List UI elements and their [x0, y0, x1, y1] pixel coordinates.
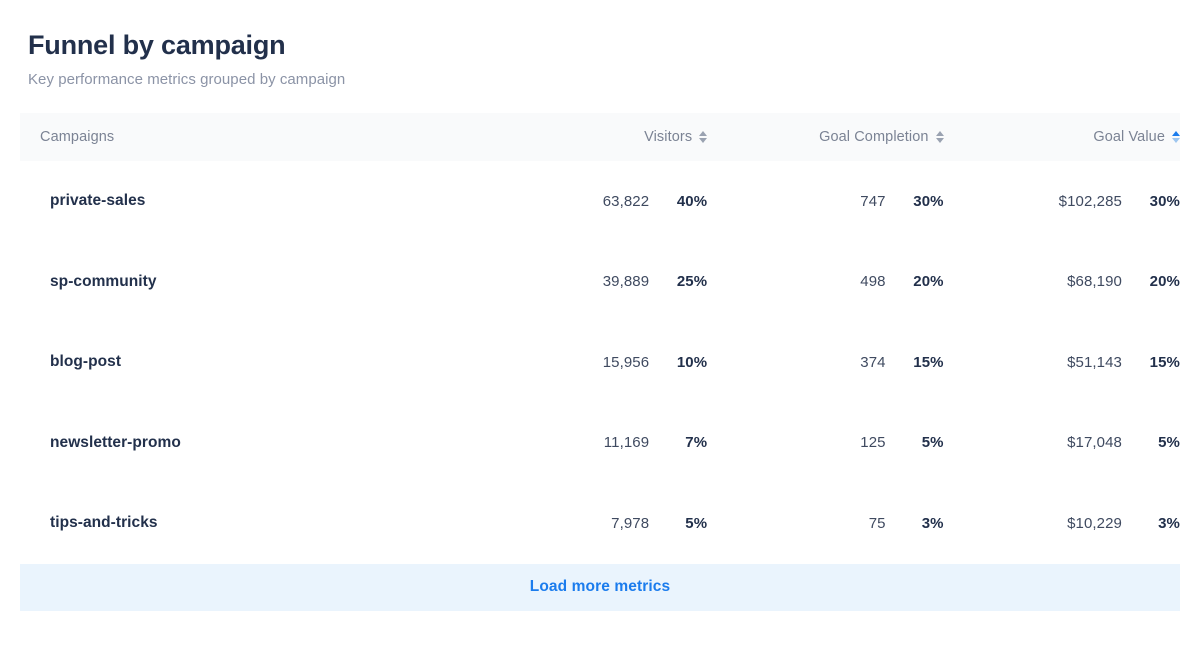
- cell-goal-completion: 498 20%: [707, 242, 943, 323]
- goal-value-value: $51,143: [1067, 353, 1122, 371]
- goal-value-percent: 5%: [1158, 434, 1180, 452]
- goal-value-percent: 3%: [1158, 514, 1180, 532]
- table-row[interactable]: blog-post 15,956 10% 374 15% $51,143 15%: [20, 322, 1180, 403]
- sort-icon-goal-value[interactable]: [1172, 131, 1180, 143]
- sort-descending-icon: [1172, 138, 1180, 143]
- goal-completion-percent: 3%: [921, 514, 944, 532]
- page-title: Funnel by campaign: [28, 30, 286, 60]
- table-row[interactable]: newsletter-promo 11,169 7% 125 5% $17,04…: [20, 402, 1180, 484]
- cell-goal-completion: 747 30%: [707, 161, 943, 242]
- metrics-table: Campaigns Visitors Goal Completion Goal …: [20, 113, 1180, 564]
- cell-visitors: 11,169 7%: [471, 403, 707, 484]
- visitors-value: 63,822: [602, 192, 650, 210]
- visitors-value: 11,169: [603, 434, 650, 452]
- cell-goal-value: $51,143 15%: [944, 322, 1180, 403]
- sort-ascending-icon: [935, 131, 944, 136]
- column-header-campaigns: Campaigns: [20, 113, 471, 161]
- sort-descending-icon: [935, 138, 944, 143]
- goal-completion-percent: 30%: [913, 192, 944, 210]
- table-header-row: Campaigns Visitors Goal Completion Goal …: [20, 113, 1180, 161]
- cell-goal-value: $68,190 20%: [944, 242, 1180, 323]
- goal-completion-value: 75: [868, 514, 886, 532]
- goal-value-value: $68,190: [1067, 273, 1122, 291]
- visitors-value: 39,889: [602, 273, 650, 291]
- goal-completion-percent: 20%: [913, 273, 944, 291]
- visitors-percent: 10%: [676, 353, 708, 371]
- cell-goal-completion: 374 15%: [707, 322, 943, 403]
- cell-goal-value: $17,048 5%: [944, 403, 1180, 484]
- column-header-goal-value[interactable]: Goal Value: [944, 113, 1180, 161]
- visitors-value: 7,978: [611, 514, 650, 532]
- cell-visitors: 63,822 40%: [471, 161, 707, 242]
- cell-campaign-name: blog-post: [50, 353, 122, 371]
- cell-visitors: 15,956 10%: [471, 322, 707, 403]
- cell-goal-completion: 75 3%: [707, 483, 944, 564]
- goal-value-value: $17,048: [1067, 434, 1122, 452]
- cell-campaign-name: sp-community: [50, 272, 157, 290]
- cell-visitors: 39,889 25%: [471, 242, 707, 323]
- visitors-percent: 25%: [676, 273, 708, 291]
- column-header-visitors[interactable]: Visitors: [471, 113, 708, 161]
- visitors-value: 15,956: [602, 353, 650, 371]
- funnel-by-campaign-panel: Funnel by campaign Key performance metri…: [0, 0, 1200, 660]
- cell-campaign-name: newsletter-promo: [50, 433, 181, 451]
- table-row[interactable]: private-sales 63,822 40% 747 30% $102,28…: [20, 161, 1180, 242]
- goal-completion-value: 125: [860, 434, 886, 452]
- table-row[interactable]: tips-and-tricks 7,978 5% 75 3% $10,229 3…: [20, 483, 1180, 564]
- load-more-metrics-label: Load more metrics: [529, 578, 671, 595]
- cell-goal-completion: 125 5%: [707, 403, 943, 484]
- goal-value-value: $10,229: [1067, 514, 1122, 532]
- sort-ascending-icon: [699, 131, 708, 136]
- column-header-visitors-label: Visitors: [644, 129, 693, 145]
- goal-completion-percent: 15%: [913, 353, 944, 371]
- goal-completion-percent: 5%: [921, 434, 944, 452]
- sort-descending-icon: [699, 138, 708, 143]
- column-header-campaigns-label: Campaigns: [40, 129, 115, 145]
- sort-ascending-icon: [1172, 131, 1180, 136]
- column-header-goal-completion-label: Goal Completion: [819, 129, 929, 145]
- metrics-table-container: Campaigns Visitors Goal Completion Goal …: [20, 113, 1180, 564]
- cell-goal-value: $102,285 30%: [944, 161, 1180, 242]
- column-header-goal-value-label: Goal Value: [1093, 129, 1165, 145]
- goal-value-percent: 15%: [1149, 353, 1180, 371]
- cell-goal-value: $10,229 3%: [944, 483, 1180, 564]
- cell-campaign-name: private-sales: [50, 192, 146, 210]
- panel-heading: Funnel by campaign Key performance metri…: [0, 0, 1200, 91]
- goal-completion-value: 747: [860, 192, 886, 210]
- column-header-goal-completion[interactable]: Goal Completion: [707, 113, 944, 161]
- cell-visitors: 7,978 5%: [471, 483, 707, 564]
- table-head: Campaigns Visitors Goal Completion Goal …: [20, 113, 1180, 161]
- goal-value-percent: 30%: [1149, 192, 1180, 210]
- table-body: private-sales 63,822 40% 747 30% $102,28…: [20, 161, 1180, 564]
- table-row[interactable]: sp-community 39,889 25% 498 20% $68,190 …: [20, 241, 1180, 323]
- panel-subtitle: Key performance metrics grouped by campa…: [28, 71, 346, 88]
- goal-value-percent: 20%: [1149, 273, 1180, 291]
- goal-completion-value: 498: [860, 273, 886, 291]
- visitors-percent: 5%: [685, 514, 708, 532]
- load-more-metrics-button[interactable]: Load more metrics: [20, 563, 1180, 611]
- visitors-percent: 7%: [685, 434, 708, 452]
- visitors-percent: 40%: [676, 192, 708, 210]
- goal-completion-value: 374: [860, 353, 886, 371]
- sort-icon-visitors[interactable]: [699, 131, 708, 143]
- goal-value-value: $102,285: [1058, 192, 1122, 210]
- cell-campaign-name: tips-and-tricks: [50, 514, 158, 532]
- sort-icon-goal-completion[interactable]: [935, 131, 944, 143]
